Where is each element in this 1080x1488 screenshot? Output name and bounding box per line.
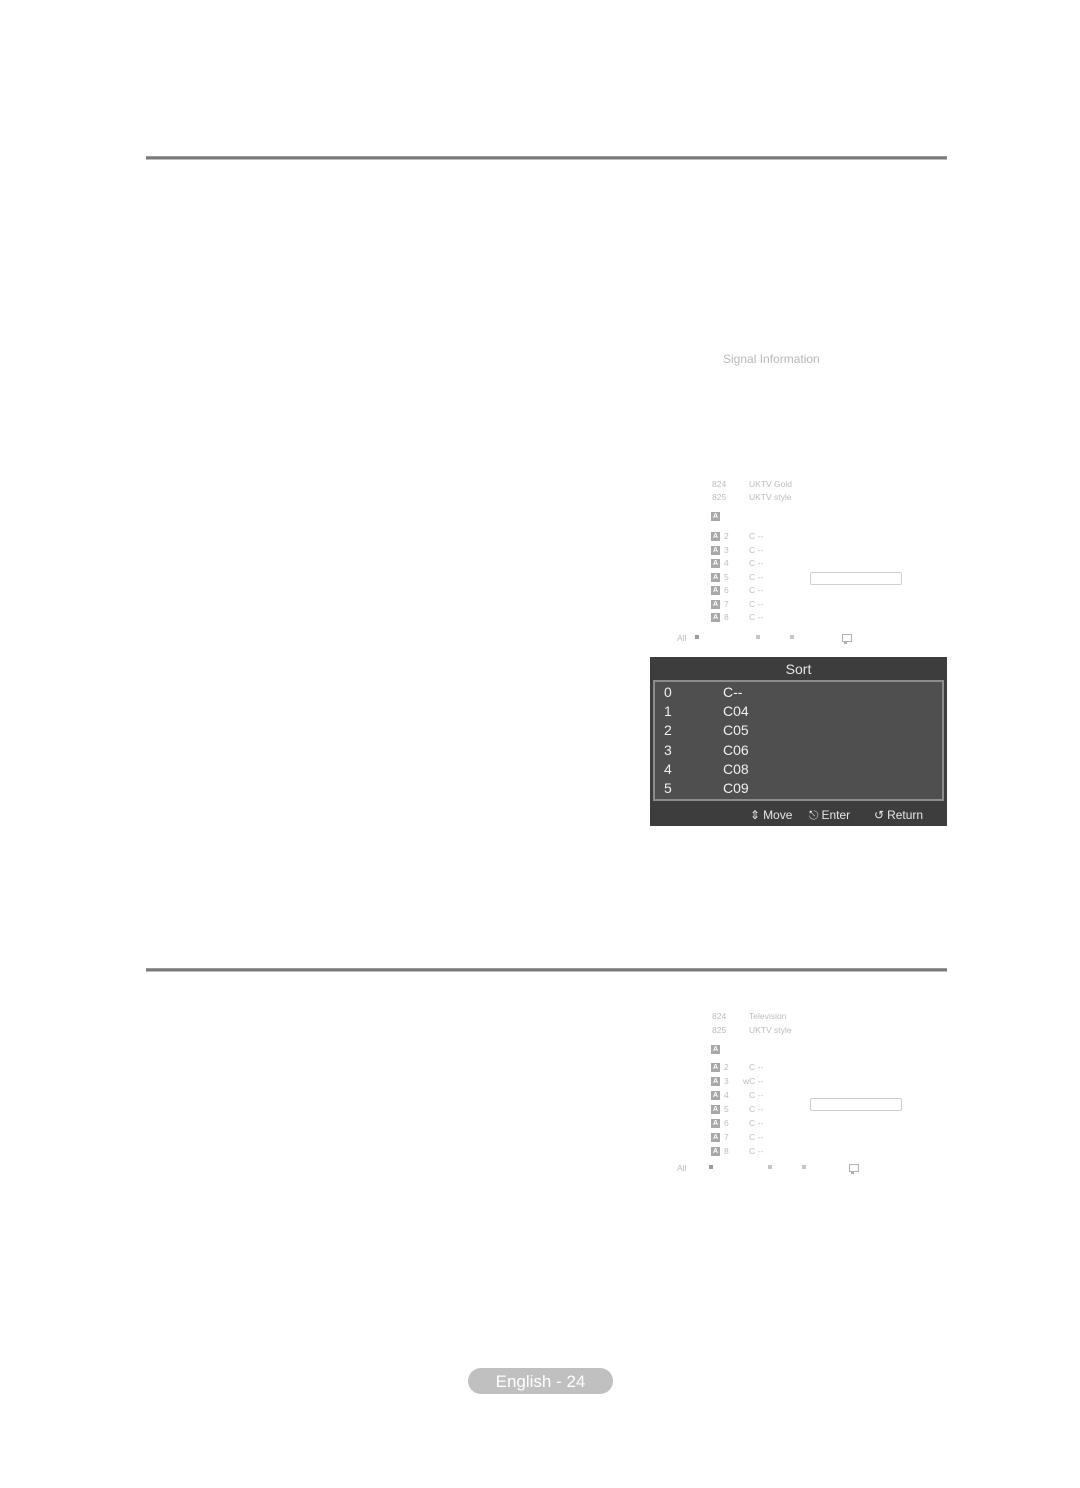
channel-name: C -- <box>749 544 764 555</box>
channel-name: C -- <box>749 1146 764 1156</box>
sort-item-channel: C06 <box>723 741 749 758</box>
sort-item-number: 4 <box>664 760 672 777</box>
return-button[interactable]: ↺ Return <box>874 808 923 822</box>
sort-item-number: 1 <box>664 703 672 720</box>
sort-item-channel: C09 <box>723 780 749 796</box>
antenna-icon: A <box>711 1091 720 1100</box>
sort-item-number: 5 <box>664 780 672 796</box>
channel-name: C -- <box>749 558 764 568</box>
filter-all-label: All <box>677 1163 687 1173</box>
channel-number: 7 <box>724 598 729 609</box>
channel-name: C -- <box>749 571 764 582</box>
sort-item-number: 0 <box>664 684 672 700</box>
enter-button[interactable]: ⎋ Enter <box>809 808 850 822</box>
channel-name: C -- <box>749 1104 764 1114</box>
enter-label: Enter <box>821 808 851 822</box>
section-divider-middle <box>146 968 947 972</box>
move-hint: ⇕ Move <box>750 808 792 822</box>
channel-number: 8 <box>724 1146 729 1156</box>
screen-icon <box>842 634 852 644</box>
antenna-icon: A <box>711 1133 720 1142</box>
signal-information-label: Signal Information <box>723 352 820 366</box>
enter-icon: ⎋ <box>809 808 819 822</box>
channel-number: 6 <box>724 585 729 595</box>
return-icon: ↺ <box>874 808 885 822</box>
color-button-icon <box>802 1165 806 1169</box>
up-down-arrows-icon: ⇕ <box>750 808 761 822</box>
antenna-icon: A <box>711 559 720 568</box>
channel-number: 2 <box>724 531 729 541</box>
channel-name: UKTV style <box>749 492 792 502</box>
color-button-icon <box>790 635 794 639</box>
sort-item-channel: C04 <box>723 703 749 720</box>
channel-number: 824 <box>712 1011 727 1021</box>
move-label: Move <box>763 808 793 822</box>
channel-name: C -- <box>749 1132 764 1142</box>
antenna-icon: A <box>711 1045 720 1054</box>
antenna-icon: A <box>711 1119 720 1128</box>
channel-number: 8 <box>724 612 729 622</box>
channel-name: C -- <box>749 1090 764 1100</box>
channel-number: 825 <box>712 492 727 502</box>
antenna-icon: A <box>711 1147 720 1156</box>
sort-list-item[interactable]: 3 C06 <box>655 741 942 760</box>
channel-number: 825 <box>712 1025 727 1035</box>
channel-name: C -- <box>749 612 764 622</box>
channel-number: 3 <box>724 1076 729 1086</box>
color-button-icon <box>695 635 699 639</box>
channel-name: C -- <box>749 598 764 609</box>
sort-menu-footer: ⇕ Move ⎋ Enter ↺ Return <box>650 804 947 826</box>
antenna-icon: A <box>711 1077 720 1086</box>
sort-item-number: 2 <box>664 722 672 739</box>
channel-number: 824 <box>712 479 727 489</box>
antenna-icon: A <box>711 586 720 595</box>
page-number-badge: English - 24 <box>468 1368 613 1394</box>
sort-list-item[interactable]: 0 C-- <box>655 683 942 702</box>
channel-number: 4 <box>724 558 729 568</box>
sort-list-item[interactable]: 1 C04 <box>655 702 942 721</box>
sort-list-item[interactable]: 2 C05 <box>655 721 942 740</box>
channel-number: 4 <box>724 1090 729 1100</box>
antenna-icon: A <box>711 599 720 609</box>
channel-number: 6 <box>724 1118 729 1128</box>
channel-number: 7 <box>724 1132 729 1142</box>
antenna-icon: A <box>711 512 720 521</box>
color-button-icon <box>768 1165 772 1169</box>
channel-name: C -- <box>749 585 764 595</box>
color-button-icon <box>709 1165 713 1169</box>
sort-item-channel: C-- <box>723 684 743 700</box>
sort-list: 0 C-- 1 C04 2 C05 3 C06 4 C08 5 C09 <box>653 680 944 801</box>
screen-icon <box>849 1164 859 1174</box>
channel-name: wC -- <box>743 1076 764 1086</box>
sort-item-channel: C05 <box>723 722 749 739</box>
antenna-icon: A <box>711 532 720 541</box>
channel-number: 5 <box>724 571 729 582</box>
antenna-icon: A <box>711 572 720 582</box>
sort-item-number: 3 <box>664 741 672 758</box>
sort-list-item[interactable]: 5 C09 <box>655 779 942 798</box>
sort-item-channel: C08 <box>723 760 749 777</box>
antenna-icon: A <box>711 545 720 555</box>
return-label: Return <box>887 808 924 822</box>
channel-number: 3 <box>724 544 729 555</box>
filter-all-label: All <box>677 633 687 643</box>
sort-menu-title: Sort <box>785 661 812 677</box>
section-divider-top <box>146 156 947 160</box>
info-box <box>810 572 902 585</box>
channel-name: UKTV Gold <box>749 479 792 489</box>
antenna-icon: A <box>711 1105 720 1114</box>
sort-menu: Sort 0 C-- 1 C04 2 C05 3 C06 4 C08 5 C09 ⇕ Move ⎋ Ent… <box>650 657 947 826</box>
info-box <box>810 1098 902 1111</box>
channel-name: C -- <box>749 1118 764 1128</box>
color-button-icon <box>756 635 760 639</box>
antenna-icon: A <box>711 1063 720 1072</box>
channel-name: UKTV style <box>749 1025 792 1035</box>
antenna-icon: A <box>711 613 720 622</box>
channel-name: C -- <box>749 531 764 541</box>
channel-number: 2 <box>724 1062 729 1072</box>
sort-list-item[interactable]: 4 C08 <box>655 760 942 779</box>
channel-number: 5 <box>724 1104 729 1114</box>
channel-name: Television <box>749 1011 787 1021</box>
channel-name: C -- <box>749 1062 764 1072</box>
